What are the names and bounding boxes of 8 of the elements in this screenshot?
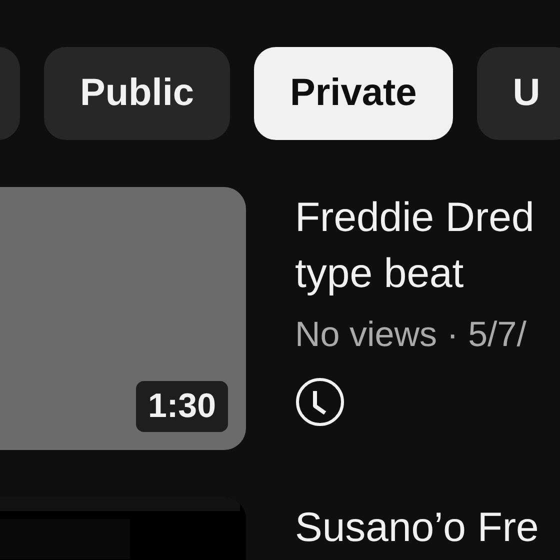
filter-chip[interactable]: Public [44, 47, 230, 140]
duration-badge: 1:30 [136, 381, 228, 432]
video-meta: No views · 5/7/ [295, 315, 528, 355]
filter-chip[interactable]: Private [254, 47, 453, 140]
video-title[interactable]: Susano’o Fre [295, 499, 560, 555]
thumbnail-placeholder[interactable]: 1:30 [0, 187, 246, 450]
filter-chip[interactable]: U [476, 47, 560, 140]
video-title[interactable]: Freddie Dred type beat [295, 189, 560, 301]
